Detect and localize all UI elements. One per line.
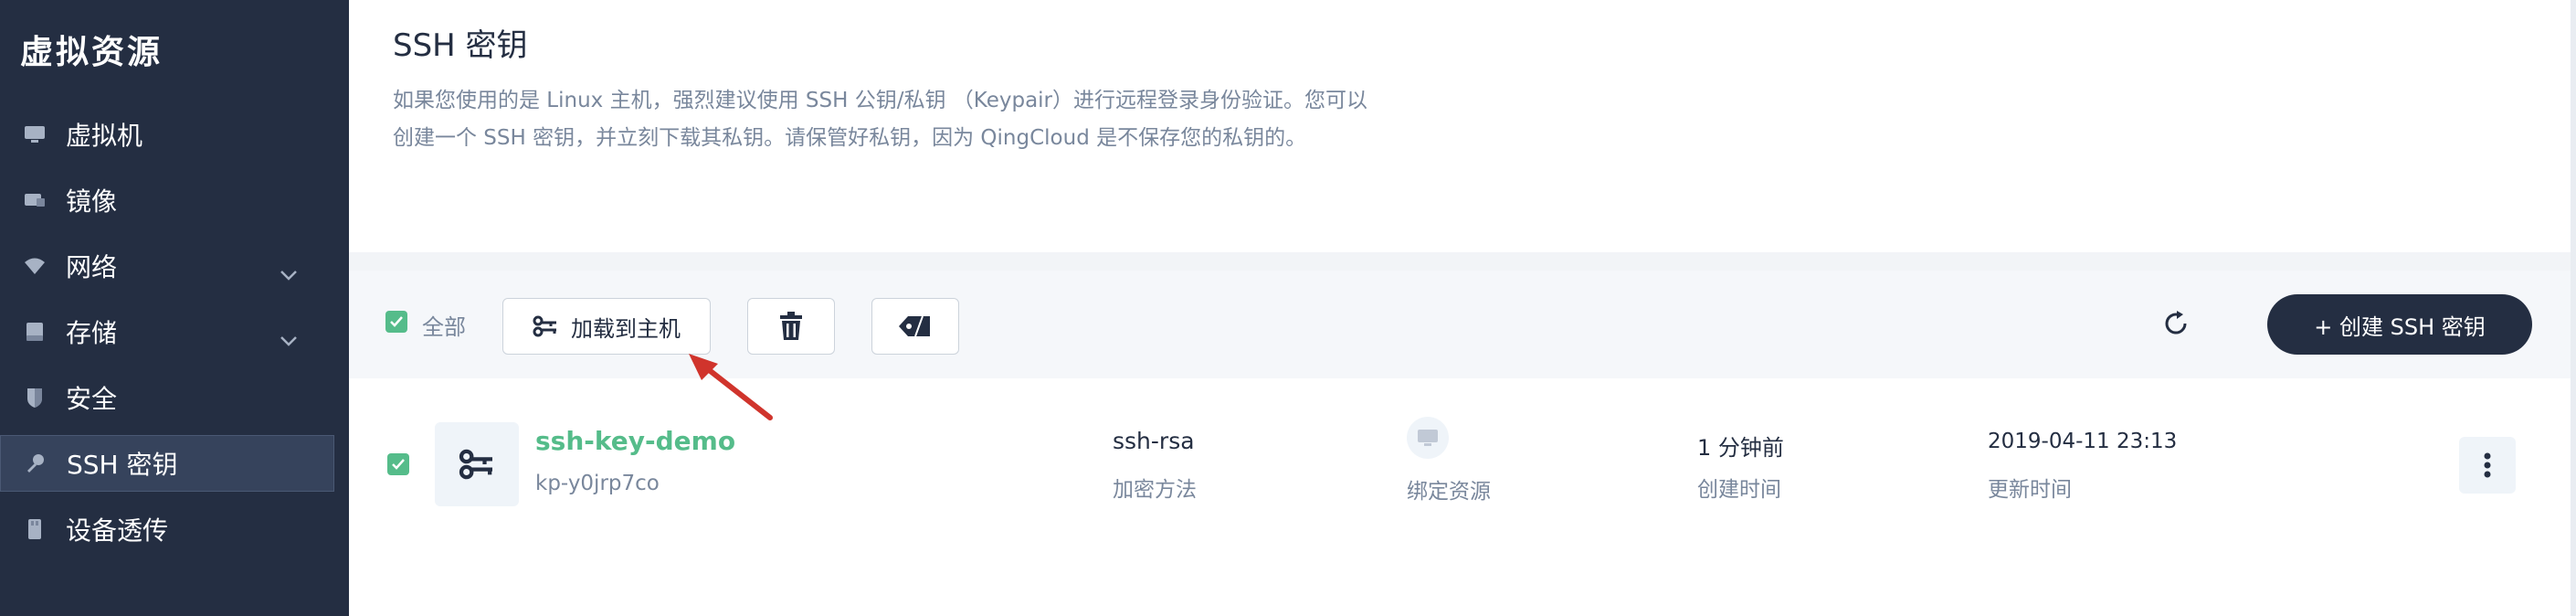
empty-area [349,552,2571,616]
sidebar-item-label: 虚拟机 [66,121,143,151]
attach-label: 加载到主机 [571,315,681,342]
sidebar-item-label: 安全 [66,384,118,414]
key-id: kp-y0jrp7co [535,472,660,495]
more-actions-button[interactable] [2459,437,2516,494]
sidebar-title: 虚拟资源 [20,34,164,71]
ssh-key-icon [533,315,558,337]
sidebar-item-label: 存储 [66,318,118,348]
image-icon [24,189,46,211]
encryption-label: 加密方法 [1113,478,1197,502]
sidebar-item-passthrough[interactable]: 设备透传 [0,501,334,558]
usb-icon [24,518,46,540]
sidebar-item-network[interactable]: 网络 [0,238,334,294]
shield-icon [24,387,46,409]
updated-value: 2019-04-11 23:13 [1988,430,2178,453]
more-vertical-icon [2484,452,2491,478]
refresh-icon [2162,310,2190,337]
chevron-down-icon [280,258,298,288]
select-all-label: 全部 [422,314,466,340]
sidebar: 虚拟资源 虚拟机 镜像 网络 存储 安全 SSH 密钥 设备透传 [0,0,349,616]
encryption-value: ssh-rsa [1113,428,1195,454]
create-ssh-key-button[interactable]: + 创建 SSH 密钥 [2267,294,2532,355]
sidebar-item-vm[interactable]: 虚拟机 [0,106,334,163]
page-header: SSH 密钥 如果您使用的是 Linux 主机，强烈建议使用 SSH 公钥/私钥… [349,0,2571,252]
annotation-arrow [689,354,773,420]
sidebar-item-label: SSH 密钥 [67,450,178,480]
page-title: SSH 密钥 [393,27,528,64]
storage-icon [24,321,46,343]
monitor-icon [24,123,46,145]
refresh-button[interactable] [2161,309,2191,338]
bound-resource-label: 绑定资源 [1407,480,1491,504]
key-icon [25,452,47,474]
updated-label: 更新时间 [1988,478,2072,502]
tag-button[interactable] [871,298,959,355]
ssh-key-icon [435,422,519,506]
wifi-icon [24,255,46,277]
select-all-checkbox[interactable] [385,311,407,333]
chevron-down-icon [280,324,298,354]
sidebar-item-image[interactable]: 镜像 [0,172,334,228]
created-label: 创建时间 [1697,478,1781,502]
description-line: 创建一个 SSH 密钥，并立刻下载其私钥。请保管好私钥，因为 QingCloud… [393,126,1307,150]
scrollbar-track [2571,0,2576,616]
description-line: 如果您使用的是 Linux 主机，强烈建议使用 SSH 公钥/私钥 （Keypa… [393,89,1368,112]
key-name-link[interactable]: ssh-key-demo [535,426,735,456]
trash-icon [778,312,804,341]
sidebar-item-label: 设备透传 [66,515,169,546]
tag-icon [897,313,934,339]
created-value: 1 分钟前 [1697,435,1784,461]
sidebar-item-security[interactable]: 安全 [0,369,334,426]
main-content: SSH 密钥 如果您使用的是 Linux 主机，强烈建议使用 SSH 公钥/私钥… [349,0,2576,616]
sidebar-item-ssh-key[interactable]: SSH 密钥 [0,435,334,492]
row-checkbox[interactable] [387,453,409,475]
sidebar-item-label: 镜像 [66,186,118,217]
sidebar-item-storage[interactable]: 存储 [0,303,334,360]
sidebar-item-label: 网络 [66,252,118,282]
monitor-icon [1407,417,1449,459]
page-description: 如果您使用的是 Linux 主机，强烈建议使用 SSH 公钥/私钥 （Keypa… [393,82,1416,157]
